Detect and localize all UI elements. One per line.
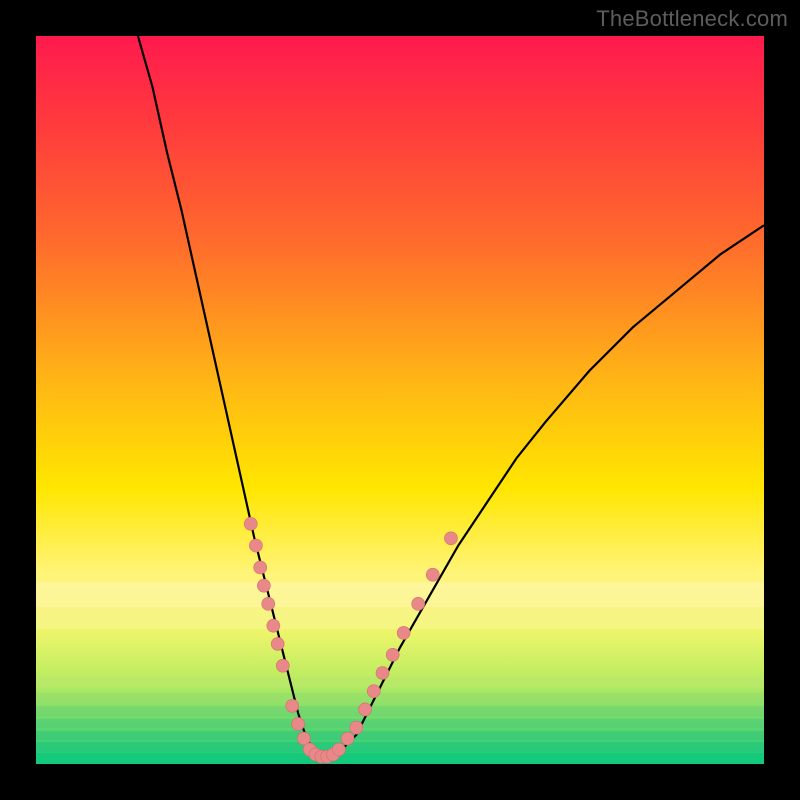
marker-dot: [367, 685, 380, 698]
marker-dot: [386, 648, 399, 661]
marker-dot: [276, 659, 289, 672]
marker-dot: [350, 721, 363, 734]
curve-markers: [244, 517, 457, 763]
marker-dot: [257, 579, 270, 592]
plot-area: [36, 36, 764, 764]
marker-dot: [244, 517, 257, 530]
marker-dot: [271, 637, 284, 650]
marker-dot: [292, 717, 305, 730]
chart-frame: TheBottleneck.com: [0, 0, 800, 800]
marker-dot: [267, 619, 280, 632]
marker-dot: [254, 561, 267, 574]
marker-dot: [397, 626, 410, 639]
marker-dot: [332, 743, 345, 756]
marker-dot: [444, 532, 457, 545]
curve-svg: [36, 36, 764, 764]
marker-dot: [249, 539, 262, 552]
marker-dot: [359, 703, 372, 716]
marker-dot: [286, 699, 299, 712]
marker-dot: [376, 667, 389, 680]
watermark-text: TheBottleneck.com: [596, 6, 788, 32]
bottleneck-curve: [138, 36, 764, 757]
marker-dot: [412, 597, 425, 610]
marker-dot: [426, 568, 439, 581]
marker-dot: [341, 732, 354, 745]
marker-dot: [262, 597, 275, 610]
